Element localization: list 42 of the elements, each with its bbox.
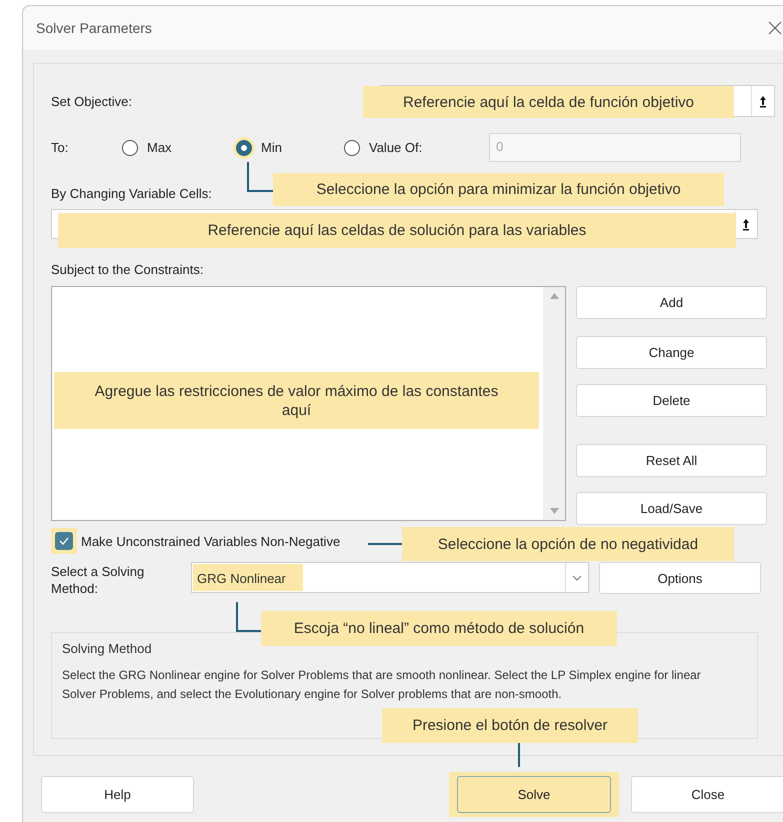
objective-label: Set Objective:	[51, 94, 132, 108]
radio-label: Max	[147, 140, 172, 155]
check-icon	[59, 537, 69, 545]
constraint-button[interactable]: Add	[576, 286, 767, 319]
leader-line	[518, 743, 520, 767]
close-icon[interactable]	[768, 21, 782, 35]
upload-icon	[742, 218, 750, 230]
footer-button[interactable]: Help	[41, 776, 194, 813]
footer-button[interactable]: Close	[631, 776, 783, 813]
leader-line	[247, 162, 273, 192]
checkbox[interactable]	[55, 532, 73, 550]
annotation-tooltip: Referencie aquí la celda de función objetivo	[363, 86, 734, 118]
radio-button[interactable]	[122, 140, 138, 156]
method-label: Select a Solving Method:	[51, 563, 146, 597]
annotation-tooltip: Presione el botón de resolver	[382, 708, 638, 743]
constraint-button[interactable]: Delete	[576, 384, 767, 417]
radio-button[interactable]	[344, 140, 360, 156]
to-label: To:	[51, 140, 70, 155]
annotation-tooltip: Referencie aquí las celdas de solución para las variables	[58, 213, 736, 248]
radio-label: Value Of:	[369, 140, 422, 155]
checkbox-label: Make Unconstrained Variables Non-Negative	[81, 534, 340, 548]
leader-line	[368, 543, 402, 545]
constraints-label: Subject to the Constraints:	[51, 262, 204, 277]
method-description: Select the GRG Nonlinear engine for Solver Problems that are smooth nonlinear. Select the LP Simplex engine for linear Solver Problems, and select the Evolutionary engine for Solver problems that are non-smooth.	[62, 667, 702, 703]
window-title: Solver Parameters	[36, 20, 152, 36]
constraint-button[interactable]: Load/Save	[576, 492, 767, 525]
group-title: Solving Method	[62, 641, 153, 656]
constraint-button[interactable]: Change	[576, 336, 767, 369]
annotation-tooltip: Escoja “no lineal” como método de solución	[261, 611, 617, 646]
footer-button[interactable]: Solve	[457, 776, 611, 813]
dropdown-value: GRG Nonlinear	[193, 564, 303, 591]
method-dropdown[interactable]: GRG Nonlinear	[191, 562, 589, 593]
chevron-down-icon	[572, 574, 582, 580]
annotation-tooltip: Seleccione la opción para minimizar la función objetivo	[273, 173, 724, 206]
constraint-button[interactable]: Reset All	[576, 444, 767, 477]
annotation-tooltip: Agregue las restricciones de valor máximo de las constantes aquí	[54, 372, 539, 429]
radio-label: Min	[261, 140, 282, 155]
upload-icon	[759, 94, 767, 108]
variable-cells-label: By Changing Variable Cells:	[51, 186, 212, 201]
options-button[interactable]: Options	[599, 562, 761, 594]
leader-line	[236, 602, 261, 632]
annotation-tooltip: Seleccione la opción de no negatividad	[402, 527, 734, 561]
